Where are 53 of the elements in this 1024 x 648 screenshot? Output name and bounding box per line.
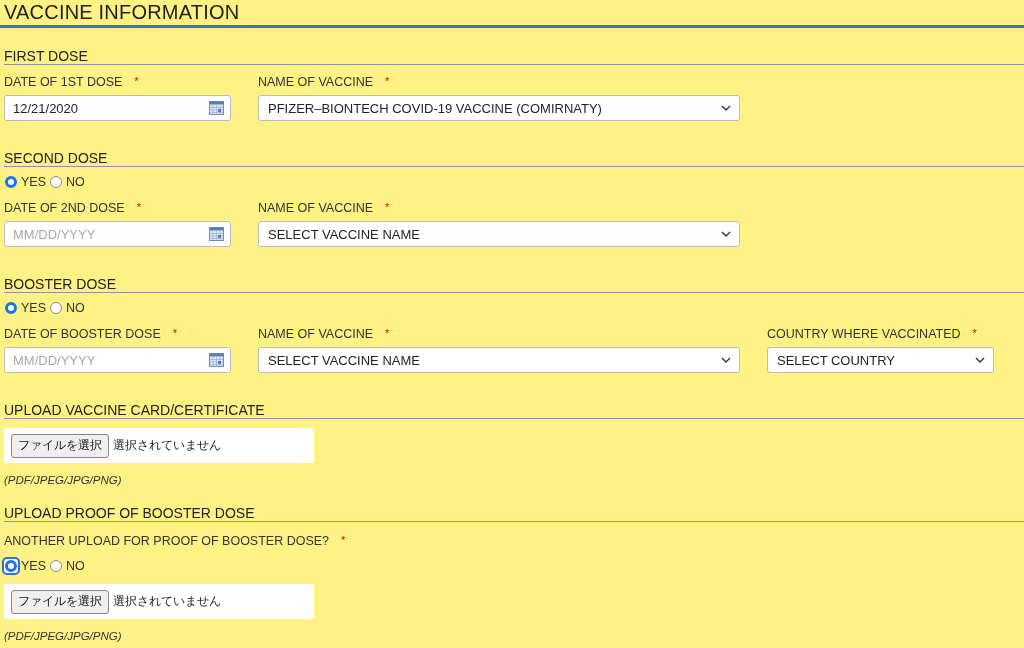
question-label: ANOTHER UPLOAD FOR PROOF OF BOOSTER DOSE? <box>4 534 330 549</box>
calendar-icon <box>209 101 224 115</box>
required-mark: * <box>134 75 139 87</box>
section-heading: BOOSTER DOSE <box>4 258 1024 293</box>
chevron-down-icon <box>975 357 985 363</box>
radio-button[interactable] <box>5 302 17 314</box>
choose-file-button[interactable]: ファイルを選択 <box>11 589 109 614</box>
radio-button[interactable] <box>50 302 62 314</box>
section-heading: FIRST DOSE <box>4 28 1024 65</box>
dropdown[interactable]: SELECT COUNTRY <box>767 347 994 373</box>
file-status-text: 選択されていません <box>113 593 221 610</box>
radio-label[interactable]: NO <box>66 300 85 316</box>
page-title: VACCINE INFORMATION <box>0 0 1024 28</box>
field-label: DATE OF BOOSTER DOSE <box>4 327 161 342</box>
radio-label[interactable]: YES <box>21 300 46 316</box>
chevron-down-icon <box>721 357 731 363</box>
file-types-hint: (PDF/JPEG/JPG/PNG) <box>4 629 123 643</box>
required-mark: * <box>341 534 346 546</box>
date-field[interactable]: MM/DD/YYYY <box>4 347 231 373</box>
file-types-hint: (PDF/JPEG/JPG/PNG) <box>4 473 123 487</box>
calendar-icon <box>209 227 224 241</box>
calendar-icon <box>209 353 224 367</box>
file-status-text: 選択されていません <box>113 437 221 454</box>
date-field[interactable]: MM/DD/YYYY <box>4 221 231 247</box>
dropdown[interactable]: SELECT VACCINE NAME <box>258 221 740 247</box>
dropdown[interactable]: SELECT VACCINE NAME <box>258 347 740 373</box>
section-heading: UPLOAD PROOF OF BOOSTER DOSE <box>4 487 1024 522</box>
field-label: COUNTRY WHERE VACCINATED <box>767 327 961 342</box>
radio-button[interactable] <box>50 560 62 572</box>
required-mark: * <box>385 75 390 87</box>
radio-label[interactable]: NO <box>66 174 85 190</box>
field-label: NAME OF VACCINE <box>258 327 374 342</box>
required-mark: * <box>385 327 390 339</box>
required-mark: * <box>385 201 390 213</box>
radio-label[interactable]: YES <box>21 174 46 190</box>
field-label: NAME OF VACCINE <box>258 75 374 90</box>
radio-button[interactable] <box>5 176 17 188</box>
section-heading: UPLOAD VACCINE CARD/CERTIFICATE <box>4 384 1024 419</box>
chevron-down-icon <box>721 105 731 111</box>
date-field[interactable]: 12/21/2020 <box>4 95 231 121</box>
radio-button[interactable] <box>50 176 62 188</box>
radio-label[interactable]: YES <box>21 558 46 574</box>
section-heading: SECOND DOSE <box>4 132 1024 167</box>
radio-label[interactable]: NO <box>66 558 85 574</box>
required-mark: * <box>172 327 177 339</box>
field-label: DATE OF 2ND DOSE <box>4 201 125 216</box>
field-label: DATE OF 1ST DOSE <box>4 75 123 90</box>
dropdown[interactable]: PFIZER–BIONTECH COVID-19 VACCINE (COMIRNATY) <box>258 95 740 121</box>
choose-file-button[interactable]: ファイルを選択 <box>11 433 109 458</box>
required-mark: * <box>972 327 977 339</box>
chevron-down-icon <box>721 231 731 237</box>
field-label: NAME OF VACCINE <box>258 201 374 216</box>
required-mark: * <box>136 201 141 213</box>
